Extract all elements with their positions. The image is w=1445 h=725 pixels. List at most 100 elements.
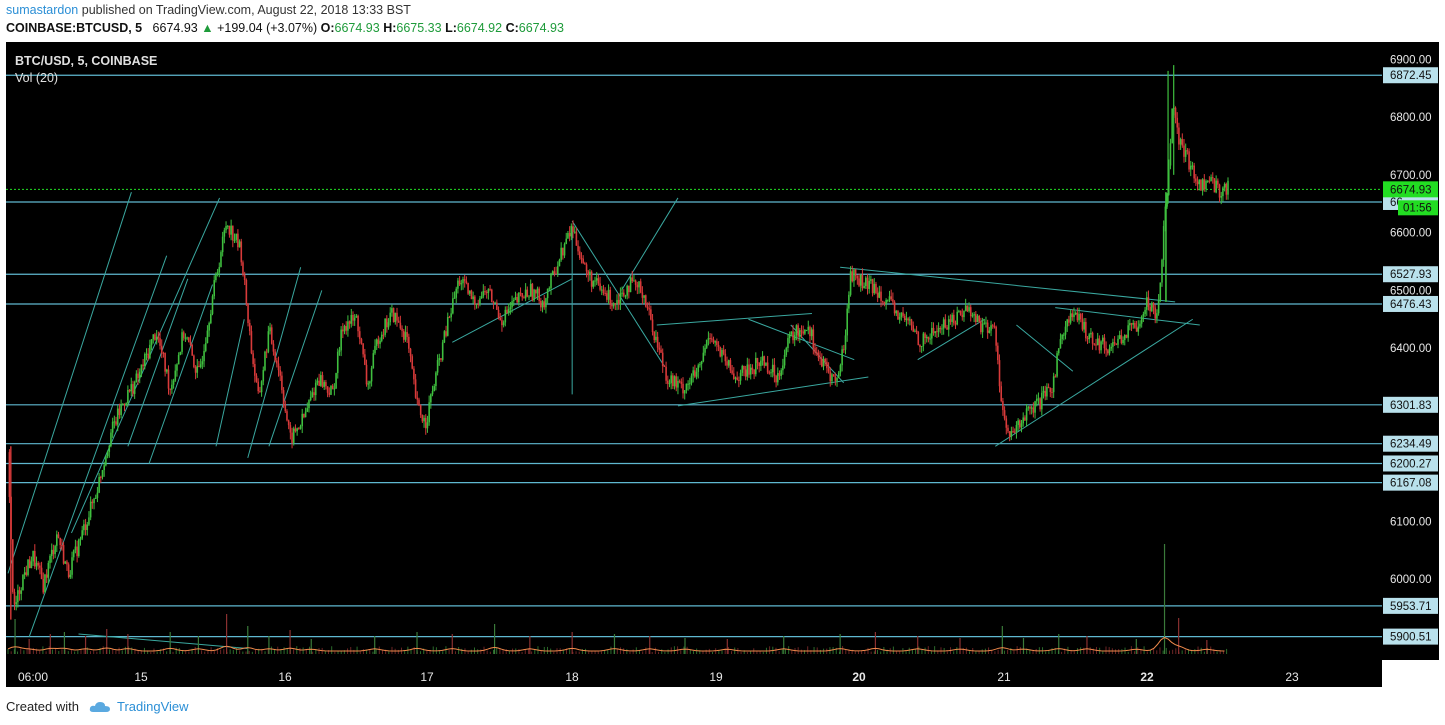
candle-body	[607, 289, 610, 300]
candle-body	[771, 364, 774, 373]
candle-body	[778, 373, 781, 376]
candle-body	[832, 374, 835, 377]
candle-body	[1095, 344, 1097, 346]
candle-body	[1118, 335, 1121, 339]
candle-body	[220, 252, 222, 268]
candle-body	[286, 411, 288, 421]
candle-body	[1213, 178, 1216, 193]
candle-body	[105, 456, 107, 466]
candle-body	[438, 358, 441, 361]
candle-body	[1211, 177, 1214, 179]
level-price-tag-label: 6167.08	[1390, 478, 1432, 490]
candle-body	[397, 320, 400, 323]
candle-body	[57, 534, 60, 538]
candle-body	[463, 279, 466, 282]
candle-body	[216, 272, 219, 275]
candle-body	[237, 233, 239, 248]
candle-body	[976, 315, 979, 322]
candle-body	[787, 338, 789, 349]
candle-body	[531, 283, 534, 301]
footer: Created with TradingView	[6, 699, 189, 714]
candle-body	[69, 574, 72, 578]
candle-body	[675, 376, 678, 388]
candle-body	[330, 385, 332, 395]
candle-body	[700, 361, 703, 365]
open-value: 6674.93	[334, 21, 380, 35]
candle-body	[303, 413, 305, 418]
candle-body	[477, 303, 480, 305]
candle-body	[890, 296, 892, 300]
candle-body	[487, 288, 490, 293]
candle-body	[1225, 183, 1228, 195]
tradingview-link[interactable]: TradingView	[117, 699, 189, 714]
candle-body	[595, 278, 598, 281]
candle-body	[717, 344, 720, 347]
candle-body	[100, 477, 102, 479]
candle-body	[318, 380, 320, 386]
candle-body	[162, 353, 165, 355]
candle-body	[194, 367, 197, 373]
candle-body	[336, 351, 339, 374]
candle-body	[727, 360, 730, 366]
candle-body	[25, 572, 28, 575]
candle-body	[96, 492, 99, 498]
level-price-tag-label: 5953.71	[1390, 601, 1432, 613]
candle-body	[622, 292, 625, 296]
candle-body	[426, 422, 429, 429]
candle-body	[897, 310, 899, 320]
candle-body	[958, 310, 960, 312]
candle-body	[572, 225, 574, 232]
chart-area[interactable]: 6000.006100.006200.006300.006400.006500.…	[0, 42, 1445, 687]
candle-body	[401, 328, 403, 331]
candle-body	[536, 288, 539, 294]
candle-body	[529, 283, 532, 297]
candle-body	[42, 578, 45, 593]
candle-body	[1078, 313, 1080, 321]
candle-body	[228, 225, 231, 235]
candle-body	[1105, 348, 1107, 351]
candle-body	[1079, 313, 1082, 320]
candle-body	[45, 574, 48, 578]
candle-body	[296, 428, 298, 432]
candle-body	[502, 322, 505, 326]
candle-body	[1029, 406, 1031, 409]
candle-body	[347, 321, 349, 331]
candle-body	[452, 298, 454, 314]
candle-body	[861, 274, 864, 289]
candle-body	[211, 296, 214, 314]
candle-body	[1181, 139, 1184, 146]
candle-body	[1183, 145, 1185, 157]
candle-body	[761, 356, 764, 361]
candle-body	[485, 292, 488, 294]
candle-body	[56, 534, 58, 546]
candle-body	[1022, 417, 1025, 424]
candle-body	[570, 225, 573, 237]
created-with-text: Created with	[6, 699, 79, 714]
price-chart[interactable]: 6000.006100.006200.006300.006400.006500.…	[0, 42, 1445, 687]
candle-body	[1210, 177, 1212, 182]
candle-body	[555, 273, 557, 275]
candle-body	[888, 296, 891, 300]
candle-body	[587, 271, 590, 276]
candle-body	[802, 331, 804, 334]
candle-body	[392, 308, 395, 323]
candle-body	[780, 370, 782, 376]
candle-body	[638, 281, 640, 288]
candle-body	[924, 333, 926, 339]
candle-body	[824, 358, 826, 362]
candle-body	[810, 329, 813, 337]
candle-body	[1034, 401, 1036, 413]
author-link[interactable]: sumastardon	[6, 3, 78, 17]
candle-body	[304, 411, 307, 418]
candle-body	[690, 375, 693, 384]
candle-body	[83, 524, 85, 531]
candle-body	[678, 380, 681, 382]
candle-body	[829, 371, 832, 382]
candle-body	[714, 341, 716, 343]
candle-body	[8, 452, 11, 497]
candle-body	[472, 296, 474, 300]
time-axis[interactable]	[6, 660, 1382, 687]
candle-body	[306, 408, 309, 412]
candle-body	[993, 326, 996, 328]
time-tick-label: 16	[278, 670, 292, 684]
